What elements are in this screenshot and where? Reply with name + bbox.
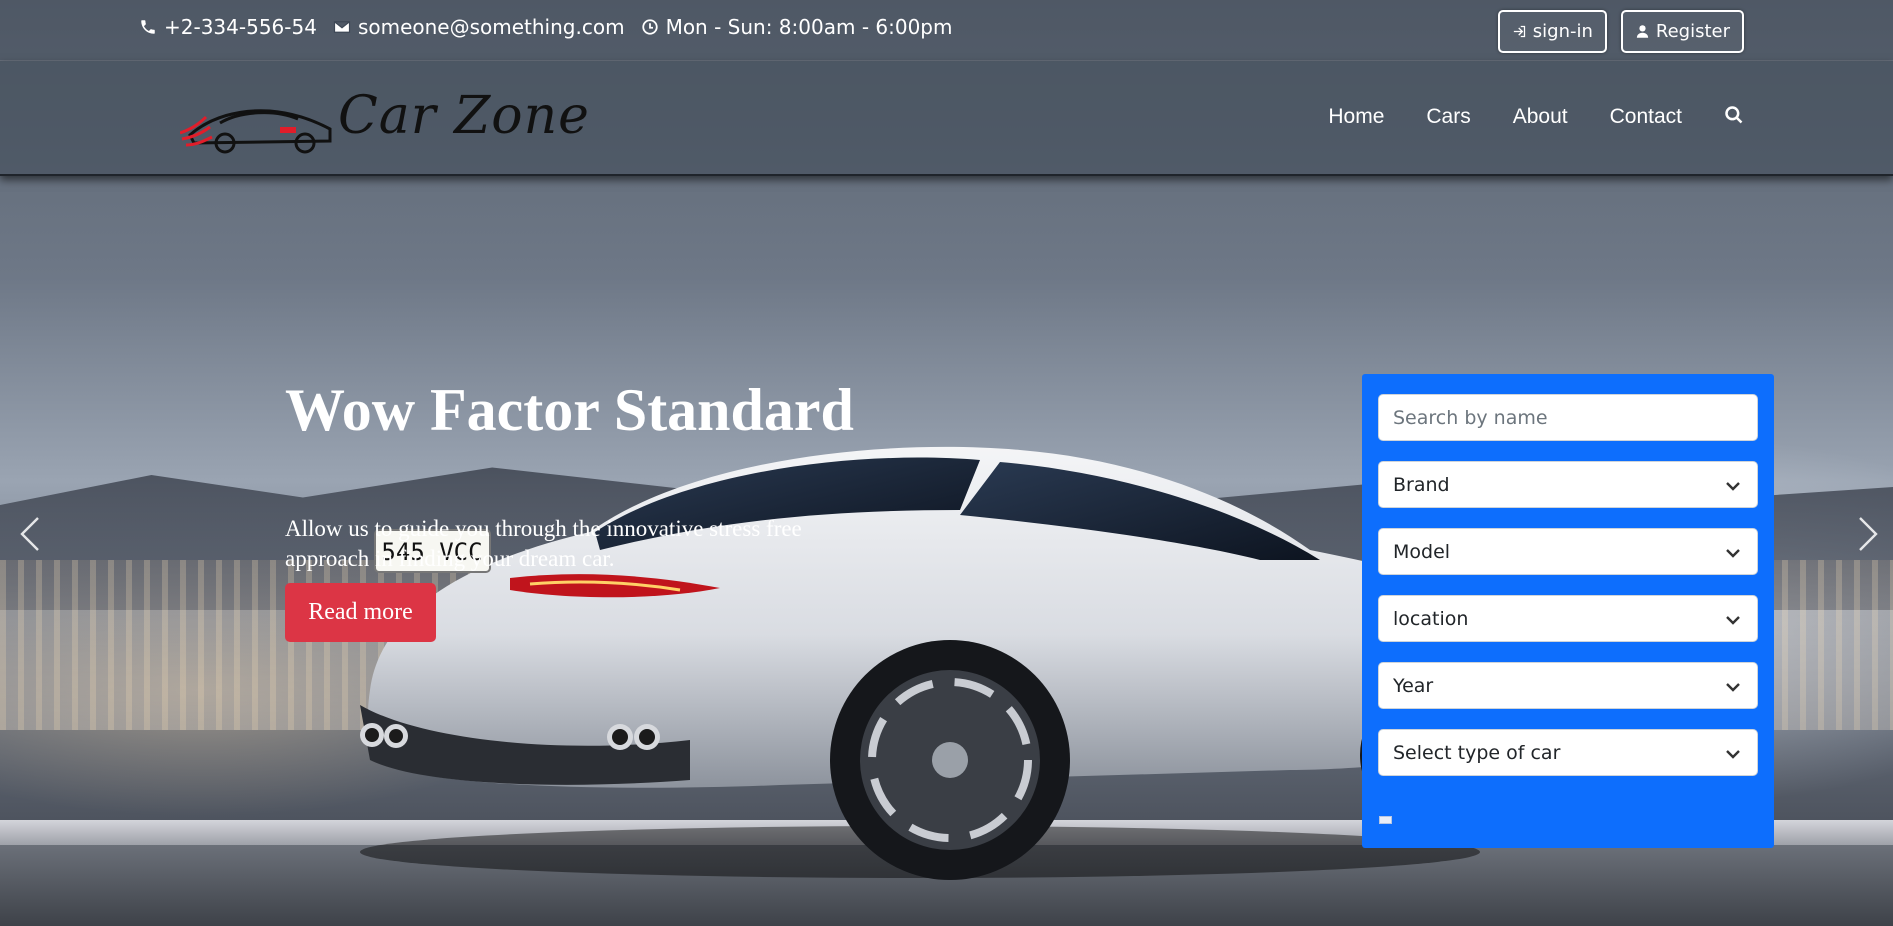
nav-about[interactable]: About (1513, 105, 1568, 129)
location-select[interactable]: location (1378, 595, 1758, 642)
phone-number: +2-334-556-54 (164, 15, 317, 39)
user-icon (1636, 25, 1649, 38)
email-contact: someone@something.com (333, 15, 625, 39)
brand-select[interactable]: Brand (1378, 461, 1758, 508)
chevron-down-icon (1726, 683, 1740, 692)
phone-contact: +2-334-556-54 (139, 15, 317, 39)
sign-in-button[interactable]: sign-in (1497, 10, 1607, 53)
car-search-panel: Search by name Brand Model location Year… (1362, 374, 1774, 848)
chevron-down-icon (1726, 750, 1740, 759)
carousel-prev-button[interactable] (16, 514, 46, 554)
search-submit-button[interactable] (1379, 816, 1392, 824)
chevron-down-icon (1726, 549, 1740, 558)
nav-cars[interactable]: Cars (1426, 105, 1470, 129)
chevron-down-icon (1726, 616, 1740, 625)
nav-contact[interactable]: Contact (1610, 105, 1682, 129)
chevron-right-icon (1859, 517, 1878, 551)
main-navbar: Car Zone Home Cars About Contact (0, 61, 1893, 176)
email-address: someone@something.com (357, 15, 625, 39)
model-select-value: Model (1393, 540, 1451, 563)
hero-title: Wow Factor Standard (285, 377, 854, 443)
brand-name: Car Zone (338, 86, 590, 146)
hours-contact: Mon - Sun: 8:00am - 6:00pm (641, 15, 953, 39)
hero-description: Allow us to guide you through the innova… (285, 516, 802, 571)
top-bar: +2-334-556-54 someone@something.com Mon … (0, 0, 1893, 61)
nav-search-button[interactable] (1724, 105, 1744, 129)
nav-home[interactable]: Home (1328, 105, 1384, 129)
nav-menu: Home Cars About Contact (1328, 105, 1744, 129)
clock-icon (641, 19, 658, 35)
car-type-select[interactable]: Select type of car (1378, 729, 1758, 776)
contact-info: +2-334-556-54 someone@something.com Mon … (139, 15, 952, 39)
location-select-value: location (1393, 607, 1469, 630)
search-by-name-input[interactable]: Search by name (1378, 394, 1758, 441)
business-hours: Mon - Sun: 8:00am - 6:00pm (665, 15, 953, 39)
car-zone-logo[interactable]: Car Zone (180, 81, 589, 161)
register-button[interactable]: Register (1620, 10, 1744, 53)
year-select[interactable]: Year (1378, 662, 1758, 709)
car-logo-icon (180, 109, 332, 154)
envelope-icon (333, 21, 351, 33)
chevron-down-icon (1726, 482, 1740, 491)
sign-in-icon (1513, 25, 1525, 38)
brand-select-value: Brand (1393, 473, 1450, 496)
year-select-value: Year (1393, 674, 1434, 697)
auth-buttons: sign-in Register (1497, 10, 1744, 53)
register-label: Register (1655, 21, 1730, 42)
model-select[interactable]: Model (1378, 528, 1758, 575)
chevron-left-icon (20, 517, 39, 551)
sign-in-label: sign-in (1532, 21, 1593, 42)
phone-icon (141, 20, 155, 34)
carousel-next-button[interactable] (1852, 514, 1882, 554)
car-type-select-value: Select type of car (1393, 741, 1561, 764)
search-icon (1725, 106, 1743, 124)
read-more-button[interactable]: Read more (285, 583, 436, 642)
